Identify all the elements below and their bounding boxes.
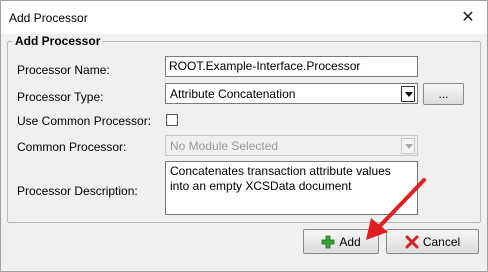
annotation-arrow-icon <box>366 178 426 240</box>
